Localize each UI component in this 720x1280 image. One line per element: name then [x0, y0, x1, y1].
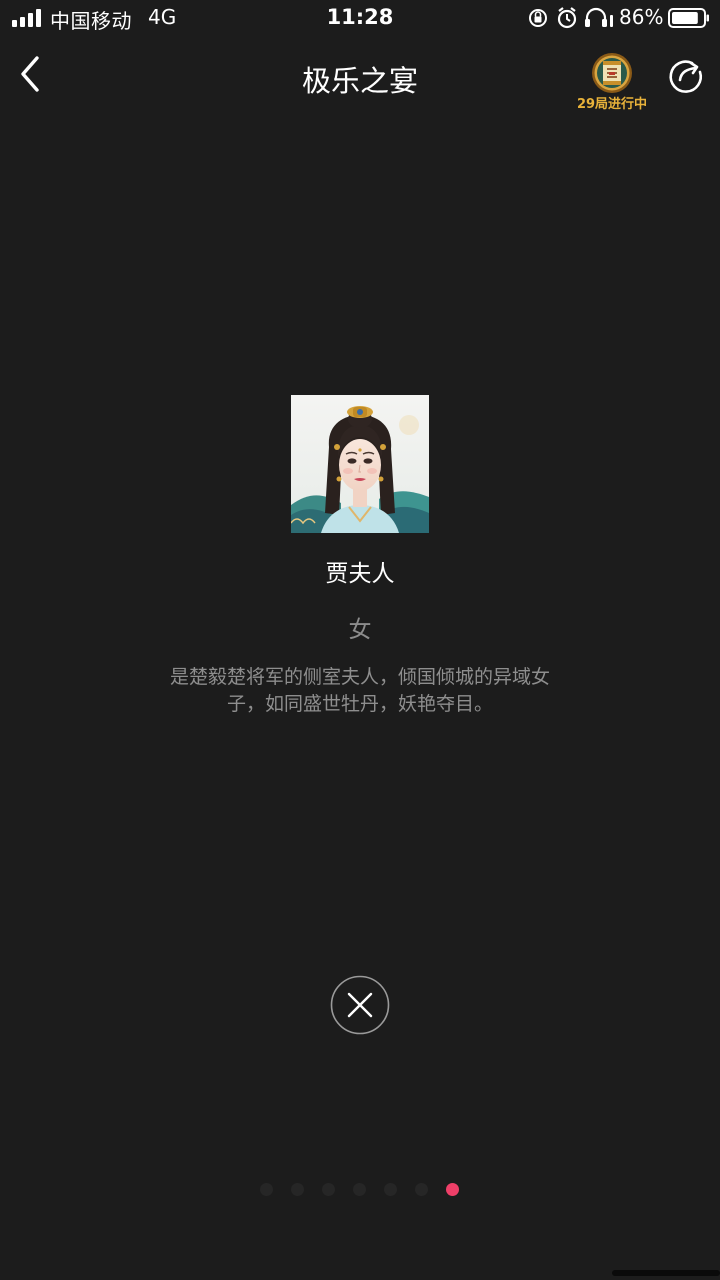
character-name: 贾夫人 [325, 561, 395, 587]
character-gender: 女 [348, 617, 372, 643]
rotation-lock-icon [529, 9, 547, 27]
page-dot-active [446, 1183, 459, 1196]
chevron-left-icon [21, 56, 39, 92]
screen: 中国移动 4G 11:28 86% 极乐之宴 29局进行中 贾夫人 女 是楚毅楚… [0, 0, 720, 1280]
headphones-icon [585, 7, 613, 27]
home-indicator [612, 1270, 720, 1276]
character-description: 是楚毅楚将军的侧室夫人，倾国倾城的异域女子，如同盛世牡丹，妖艳夺目。 [169, 666, 550, 715]
page-dot [260, 1183, 273, 1196]
status-icons [529, 7, 613, 29]
share-button[interactable] [668, 58, 704, 94]
share-arrow-icon [669, 60, 702, 93]
page-dot [415, 1183, 428, 1196]
page-title: 极乐之宴 [301, 64, 418, 98]
alarm-icon [557, 7, 577, 29]
close-button[interactable] [330, 975, 390, 1035]
battery-percent: 86% [619, 5, 664, 29]
page-dot [322, 1183, 335, 1196]
page-dot [384, 1183, 397, 1196]
page-dot [291, 1183, 304, 1196]
battery-icon [668, 8, 709, 28]
game-badge-icon[interactable] [591, 52, 633, 94]
character-portrait [291, 395, 429, 533]
game-progress-label[interactable]: 29局进行中 [566, 93, 658, 112]
page-indicator [256, 1180, 466, 1200]
status-bar: 中国移动 4G 11:28 86% [0, 0, 720, 38]
close-icon [347, 992, 373, 1018]
page-dot [353, 1183, 366, 1196]
back-button[interactable] [14, 52, 50, 96]
